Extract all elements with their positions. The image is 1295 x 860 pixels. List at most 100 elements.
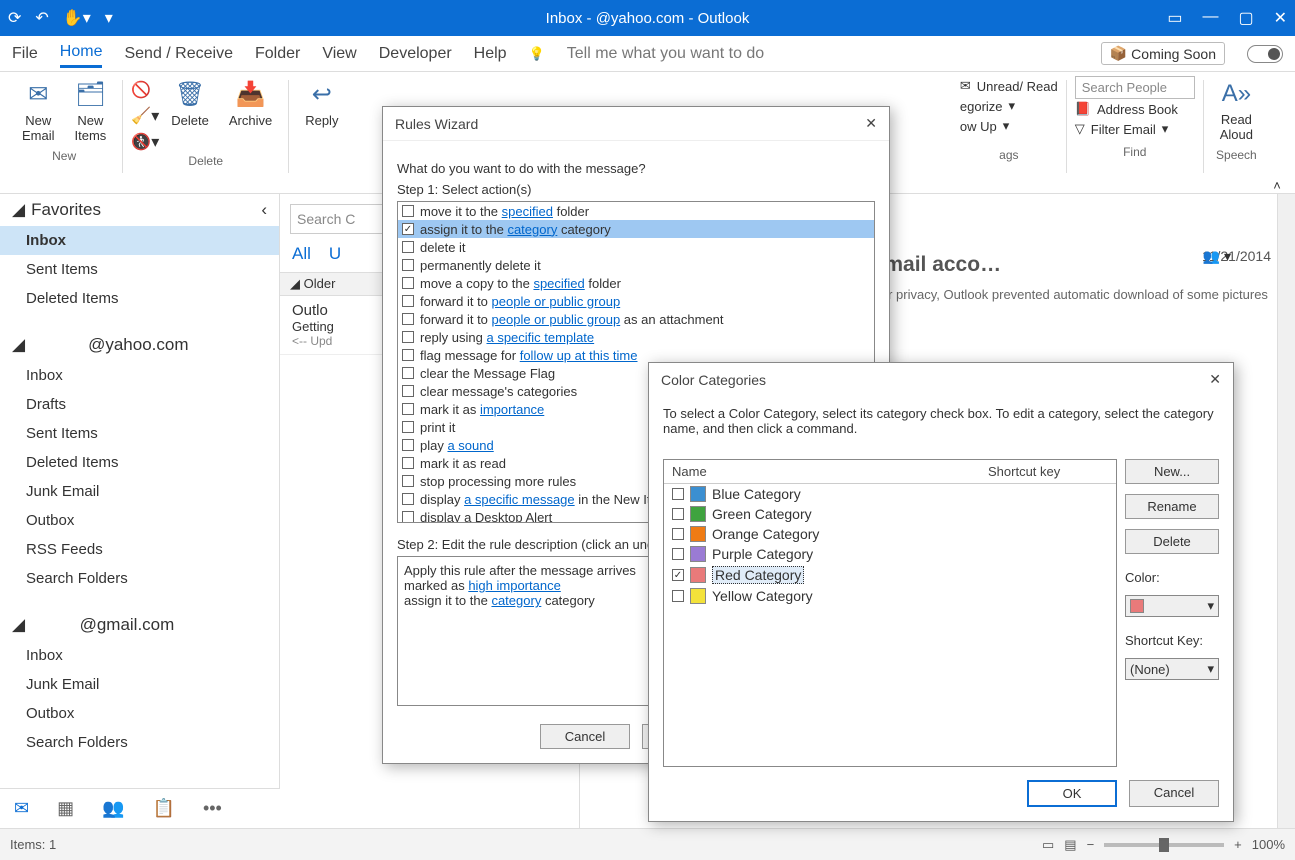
tell-me-input[interactable]: Tell me what you want to do: [567, 41, 764, 67]
rules-close-icon[interactable]: ✕: [865, 115, 877, 132]
action-link[interactable]: people or public group: [492, 294, 621, 309]
junk-icon[interactable]: 🚷▾: [131, 132, 159, 152]
nav-drafts-1[interactable]: Drafts: [0, 390, 279, 419]
rules-cancel-button[interactable]: Cancel: [540, 724, 630, 749]
category-checkbox[interactable]: [672, 528, 684, 540]
nav-outbox-1[interactable]: Outbox: [0, 506, 279, 535]
action-checkbox[interactable]: [402, 277, 414, 289]
action-row[interactable]: forward it to people or public group as …: [398, 310, 874, 328]
category-checkbox[interactable]: [672, 488, 684, 500]
nav-deleted-1[interactable]: Deleted Items: [0, 448, 279, 477]
action-row[interactable]: ✓assign it to the category category: [398, 220, 874, 238]
vertical-scrollbar[interactable]: [1277, 194, 1295, 828]
categorize-button[interactable]: egorize ▾: [960, 96, 1015, 116]
action-row[interactable]: move a copy to the specified folder: [398, 274, 874, 292]
action-checkbox[interactable]: [402, 493, 414, 505]
category-row[interactable]: ✓Red Category: [664, 564, 1116, 586]
nav-junk-1[interactable]: Junk Email: [0, 477, 279, 506]
new-category-button[interactable]: New...: [1125, 459, 1219, 484]
new-items-button[interactable]: 🗂New Items: [67, 76, 115, 147]
action-row[interactable]: permanently delete it: [398, 256, 874, 274]
coming-soon-toggle[interactable]: [1247, 45, 1283, 63]
category-row[interactable]: Orange Category: [664, 524, 1116, 544]
people-icon[interactable]: 👥 ▾: [1203, 248, 1231, 265]
nav-inbox-1[interactable]: Inbox: [0, 361, 279, 390]
shortcut-key-combo[interactable]: (None)▾: [1125, 658, 1219, 680]
search-people-input[interactable]: Search People: [1075, 76, 1195, 99]
zoom-slider[interactable]: [1104, 843, 1224, 847]
action-link[interactable]: a sound: [447, 438, 493, 453]
action-row[interactable]: forward it to people or public group: [398, 292, 874, 310]
action-checkbox[interactable]: [402, 205, 414, 217]
tab-help[interactable]: Help: [474, 41, 507, 67]
nav-outbox-2[interactable]: Outbox: [0, 699, 279, 728]
tasks-icon[interactable]: 📋: [153, 798, 175, 819]
zoom-in-icon[interactable]: +: [1234, 837, 1242, 852]
delete-button[interactable]: 🗑Delete: [163, 76, 217, 132]
nav-inbox-2[interactable]: Inbox: [0, 641, 279, 670]
nav-inbox-fav[interactable]: Inbox: [0, 226, 279, 255]
nav-searchfolders-2[interactable]: Search Folders: [0, 728, 279, 757]
favorites-header[interactable]: ◢ Favorites‹: [0, 194, 279, 226]
action-checkbox[interactable]: [402, 241, 414, 253]
action-checkbox[interactable]: [402, 331, 414, 343]
people-nav-icon[interactable]: 👥: [102, 798, 124, 819]
account2-header[interactable]: ◢ xxxxx@gmail.com: [0, 609, 279, 641]
action-link[interactable]: importance: [480, 402, 544, 417]
tab-folder[interactable]: Folder: [255, 41, 300, 67]
action-row[interactable]: delete it: [398, 238, 874, 256]
read-aloud-button[interactable]: A»Read Aloud: [1212, 76, 1261, 146]
category-checkbox[interactable]: [672, 548, 684, 560]
nav-sent-fav[interactable]: Sent Items: [0, 255, 279, 284]
action-link[interactable]: a specific message: [464, 492, 575, 507]
colors-cancel-button[interactable]: Cancel: [1129, 780, 1219, 807]
ignore-icon[interactable]: 🚫: [131, 80, 159, 100]
unread-read-button[interactable]: ✉ Unread/ Read: [960, 76, 1058, 96]
minimize-icon[interactable]: —: [1202, 8, 1218, 28]
collapse-ribbon-icon[interactable]: ˄: [1273, 178, 1281, 193]
followup-button[interactable]: ow Up ▾: [960, 116, 1009, 136]
tab-developer[interactable]: Developer: [379, 41, 452, 67]
colors-ok-button[interactable]: OK: [1027, 780, 1117, 807]
view-normal-icon[interactable]: ▭: [1042, 837, 1054, 853]
action-checkbox[interactable]: [402, 367, 414, 379]
category-row[interactable]: Yellow Category: [664, 586, 1116, 606]
categories-listbox[interactable]: NameShortcut key Blue CategoryGreen Cate…: [663, 459, 1117, 767]
action-link[interactable]: follow up at this time: [520, 348, 638, 363]
category-checkbox[interactable]: [672, 590, 684, 602]
action-checkbox[interactable]: [402, 421, 414, 433]
action-checkbox[interactable]: [402, 349, 414, 361]
color-combo[interactable]: ▾: [1125, 595, 1219, 617]
high-importance-link[interactable]: high importance: [468, 578, 561, 593]
filter-all[interactable]: All: [292, 244, 311, 264]
close-icon[interactable]: ✕: [1274, 8, 1287, 28]
category-checkbox[interactable]: [672, 508, 684, 520]
action-checkbox[interactable]: ✓: [402, 223, 414, 235]
category-checkbox[interactable]: ✓: [672, 569, 684, 581]
maximize-icon[interactable]: ▢: [1238, 8, 1253, 28]
action-link[interactable]: specified: [533, 276, 584, 291]
nav-rss-1[interactable]: RSS Feeds: [0, 535, 279, 564]
category-row[interactable]: Purple Category: [664, 544, 1116, 564]
action-link[interactable]: people or public group: [492, 312, 621, 327]
cleanup-icon[interactable]: 🧹▾: [131, 106, 159, 126]
action-checkbox[interactable]: [402, 385, 414, 397]
action-checkbox[interactable]: [402, 475, 414, 487]
colors-close-icon[interactable]: ✕: [1209, 371, 1221, 388]
new-email-button[interactable]: ✉New Email: [14, 76, 63, 147]
filter-unread[interactable]: U: [329, 244, 341, 264]
coming-soon-button[interactable]: 📦 Coming Soon: [1101, 42, 1225, 65]
category-row[interactable]: Blue Category: [664, 484, 1116, 504]
archive-button[interactable]: 📥Archive: [221, 76, 280, 132]
action-link[interactable]: specified: [502, 204, 553, 219]
tab-home[interactable]: Home: [60, 39, 103, 68]
more-nav-icon[interactable]: •••: [203, 798, 222, 819]
filter-email-button[interactable]: ▽ Filter Email ▾: [1075, 119, 1169, 139]
tab-file[interactable]: File: [12, 41, 38, 67]
action-checkbox[interactable]: [402, 259, 414, 271]
category-row[interactable]: Green Category: [664, 504, 1116, 524]
reply-button[interactable]: ↩Reply: [297, 76, 346, 132]
action-link[interactable]: a specific template: [486, 330, 594, 345]
mail-icon[interactable]: ✉: [14, 798, 29, 819]
address-book-button[interactable]: 📕 Address Book: [1075, 99, 1178, 119]
